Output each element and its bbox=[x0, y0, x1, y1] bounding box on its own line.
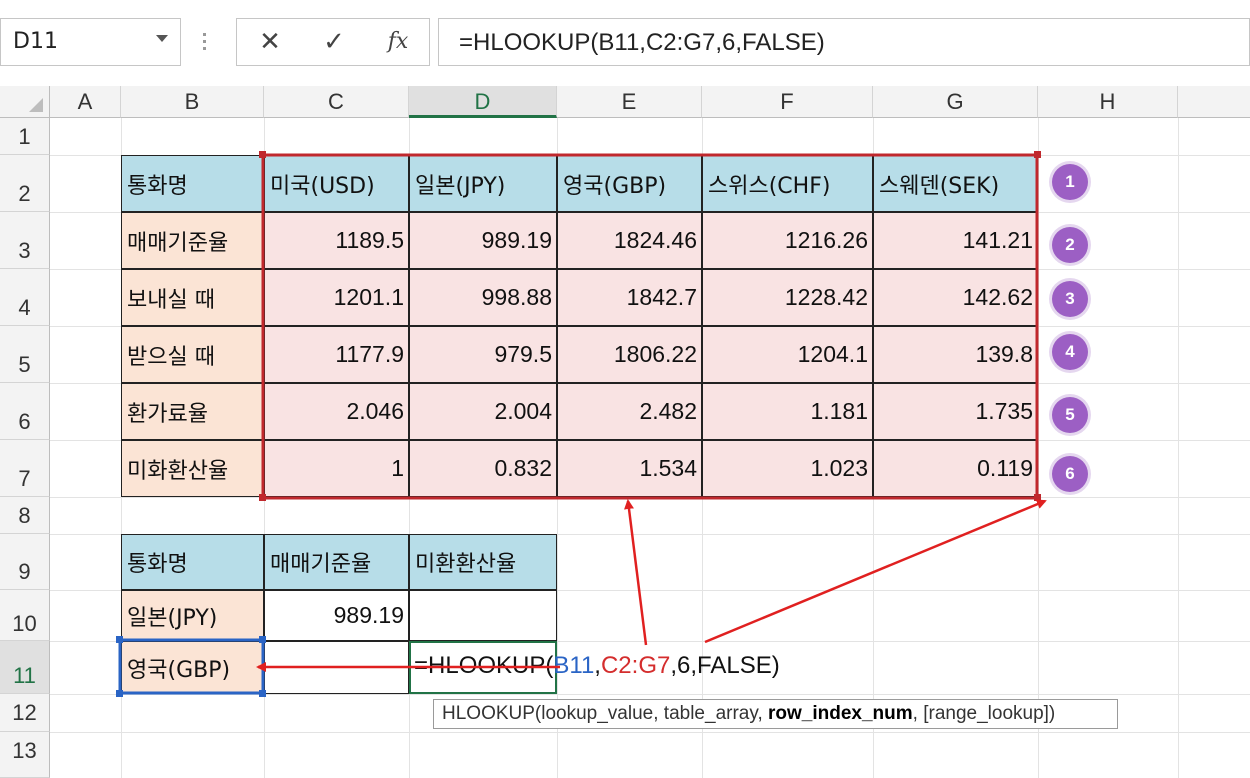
annotation-overlay bbox=[116, 151, 1047, 697]
range-highlight-b11 bbox=[118, 638, 265, 695]
name-box[interactable]: D11 bbox=[0, 18, 181, 66]
arrow-to-row6 bbox=[704, 499, 1047, 644]
range-highlight-c2-g7 bbox=[261, 153, 1039, 500]
formula-text: =HLOOKUP(B11,C2:G7,6,FALSE) bbox=[459, 29, 825, 56]
formula-bar: D11 ✕ ✓ fx =HLOOKUP(B11,C2:G7,6,FALSE) bbox=[0, 0, 1250, 86]
arrow-to-range bbox=[624, 499, 648, 646]
chevron-down-icon[interactable] bbox=[156, 35, 168, 42]
formula-buttons: ✕ ✓ fx bbox=[236, 18, 430, 66]
worksheet-grid[interactable]: A B C D E F G H 1 2 3 4 5 6 7 8 9 10 11 … bbox=[0, 86, 1250, 778]
formula-input[interactable]: =HLOOKUP(B11,C2:G7,6,FALSE) bbox=[438, 18, 1250, 66]
cancel-icon[interactable]: ✕ bbox=[255, 27, 285, 57]
enter-icon[interactable]: ✓ bbox=[319, 27, 349, 57]
name-box-value: D11 bbox=[13, 29, 58, 54]
grip-icon[interactable] bbox=[203, 33, 207, 53]
insert-function-icon[interactable]: fx bbox=[383, 27, 413, 57]
